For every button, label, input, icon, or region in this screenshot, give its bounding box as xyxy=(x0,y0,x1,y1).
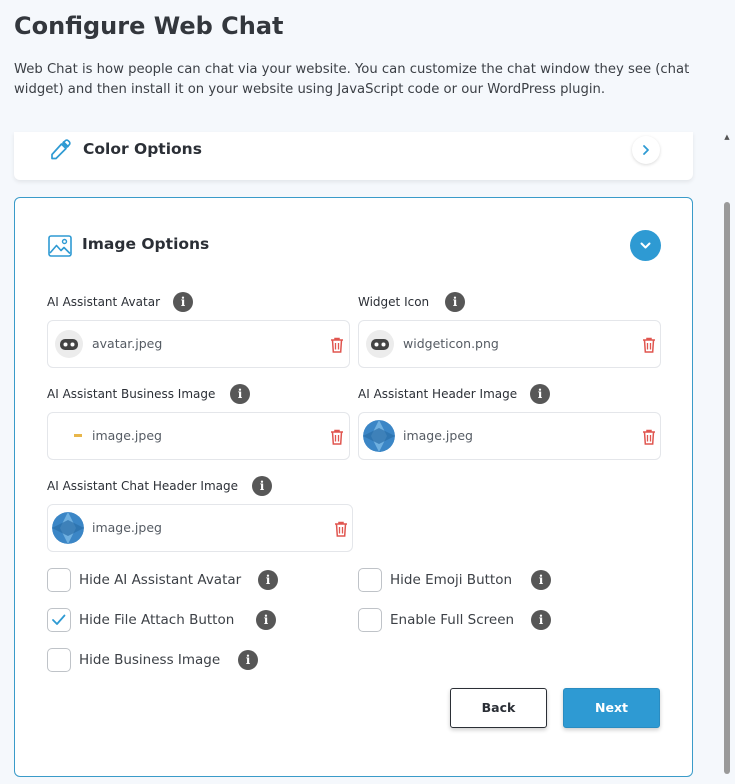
hide-business-image-info-icon[interactable]: i xyxy=(238,650,258,670)
trash-icon[interactable] xyxy=(334,521,348,537)
trash-icon[interactable] xyxy=(642,337,656,353)
widget-icon-info-icon[interactable]: i xyxy=(445,292,465,312)
ai-avatar-label: AI Assistant Avatar xyxy=(47,295,160,309)
scroll-up-arrow-icon[interactable]: ▲ xyxy=(723,132,731,142)
color-options-section[interactable]: Color Options xyxy=(14,132,693,180)
eyedropper-icon xyxy=(51,139,71,160)
trash-icon[interactable] xyxy=(330,337,344,353)
business-image-file[interactable]: image.jpeg xyxy=(47,412,350,460)
ai-avatar-info-icon[interactable]: i xyxy=(173,292,193,312)
trash-icon[interactable] xyxy=(330,429,344,445)
chevron-down-icon xyxy=(640,242,651,249)
header-image-filename: image.jpeg xyxy=(403,428,473,443)
hide-emoji-checkbox[interactable] xyxy=(358,568,382,592)
image-icon xyxy=(48,235,72,257)
robot-icon xyxy=(54,329,84,359)
hide-avatar-checkbox[interactable] xyxy=(47,568,71,592)
page-title: Configure Web Chat xyxy=(14,12,284,40)
ai-avatar-filename: avatar.jpeg xyxy=(92,336,163,351)
hide-avatar-label[interactable]: Hide AI Assistant Avatar xyxy=(79,572,241,588)
expand-color-options-button[interactable] xyxy=(632,136,660,164)
scrollbar[interactable]: ▲ xyxy=(723,132,731,784)
business-image-label: AI Assistant Business Image xyxy=(47,387,216,401)
small-logo xyxy=(54,421,84,451)
robot-icon xyxy=(365,329,395,359)
image-options-title: Image Options xyxy=(82,235,210,253)
color-options-title: Color Options xyxy=(83,140,202,158)
chat-header-image-label: AI Assistant Chat Header Image xyxy=(47,479,238,493)
hide-file-attach-label[interactable]: Hide File Attach Button xyxy=(79,612,234,628)
blue-globe xyxy=(52,512,84,544)
hide-file-attach-info-icon[interactable]: i xyxy=(256,610,276,630)
widget-icon-label: Widget Icon xyxy=(358,295,430,309)
scrollbar-thumb[interactable] xyxy=(724,202,730,774)
hide-file-attach-checkbox[interactable] xyxy=(47,608,71,632)
ai-avatar-file[interactable]: avatar.jpeg xyxy=(47,320,350,368)
back-button[interactable]: Back xyxy=(450,688,547,728)
next-button[interactable]: Next xyxy=(563,688,660,728)
header-image-info-icon[interactable]: i xyxy=(530,384,550,404)
hide-business-image-checkbox[interactable] xyxy=(47,648,71,672)
business-image-filename: image.jpeg xyxy=(92,428,162,443)
checkmark-icon xyxy=(52,614,66,625)
image-options-section: Image Options AI Assistant Avatar i avat… xyxy=(14,197,693,777)
blue-globe xyxy=(363,420,395,452)
hide-emoji-label[interactable]: Hide Emoji Button xyxy=(390,572,512,588)
header-image-file[interactable]: image.jpeg xyxy=(358,412,661,460)
page-description: Web Chat is how people can chat via your… xyxy=(14,62,690,97)
collapse-image-options-button[interactable] xyxy=(630,230,661,261)
hide-emoji-info-icon[interactable]: i xyxy=(531,570,551,590)
chat-header-image-filename: image.jpeg xyxy=(92,520,162,535)
trash-icon[interactable] xyxy=(642,429,656,445)
hide-avatar-info-icon[interactable]: i xyxy=(258,570,278,590)
enable-full-screen-label[interactable]: Enable Full Screen xyxy=(390,612,514,628)
chevron-right-icon xyxy=(643,145,649,155)
hide-business-image-label[interactable]: Hide Business Image xyxy=(79,652,220,668)
header-image-label: AI Assistant Header Image xyxy=(358,387,518,401)
enable-full-screen-checkbox[interactable] xyxy=(358,608,382,632)
chat-header-image-info-icon[interactable]: i xyxy=(252,476,272,496)
business-image-info-icon[interactable]: i xyxy=(230,384,250,404)
widget-icon-file[interactable]: widgeticon.png xyxy=(358,320,661,368)
widget-icon-filename: widgeticon.png xyxy=(403,336,499,351)
enable-full-screen-info-icon[interactable]: i xyxy=(531,610,551,630)
chat-header-image-file[interactable]: image.jpeg xyxy=(47,504,353,552)
